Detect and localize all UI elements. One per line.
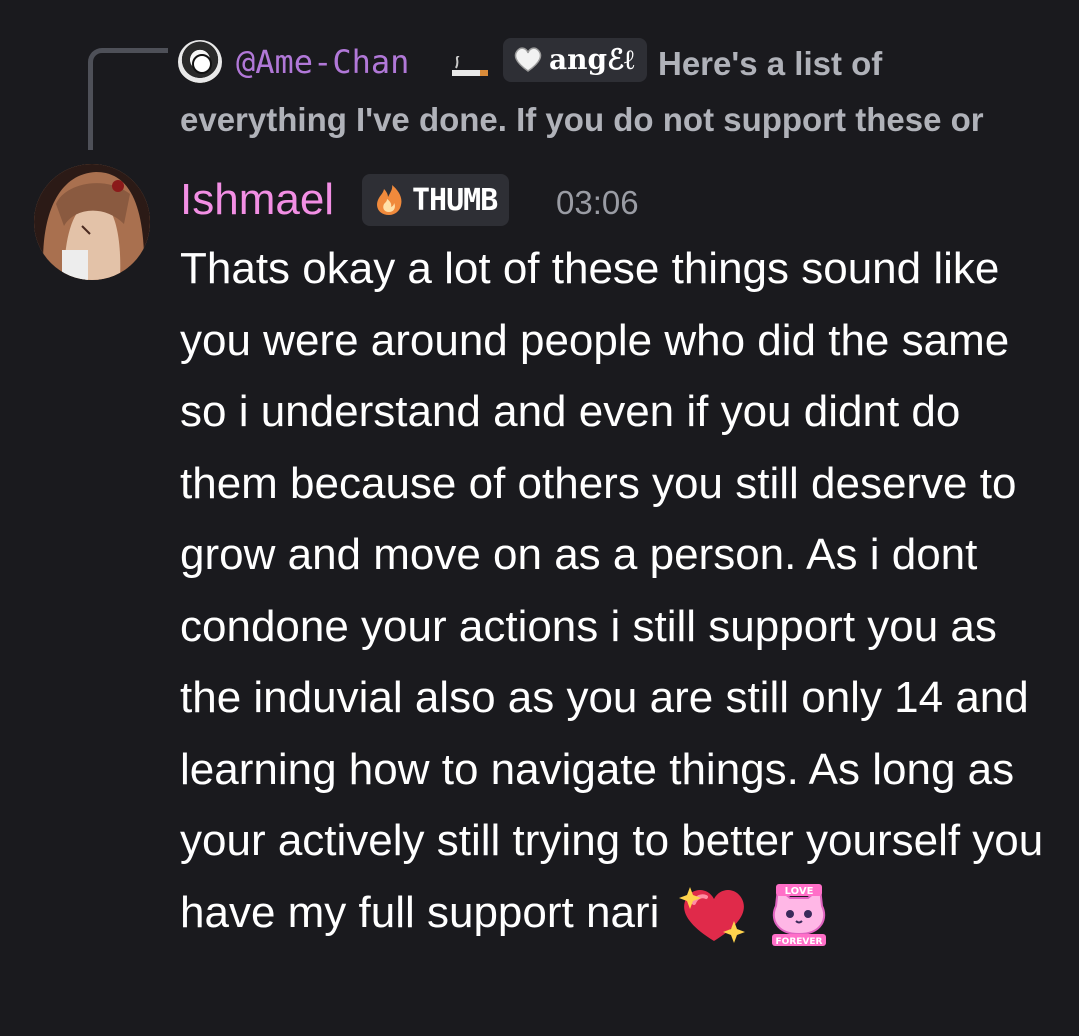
reply-preview-text[interactable]: Here's a list of everything I've done. I… (180, 36, 1040, 148)
reply-connector-line (88, 48, 168, 150)
message-content: Thats okay a lot of these things sound l… (180, 233, 1060, 948)
sticker-love-text: LOVE (784, 886, 813, 897)
role-tag[interactable]: THUMB (362, 174, 510, 226)
love-forever-cat-icon[interactable]: LOVE FOREVER (768, 883, 830, 946)
sticker-forever-text: FOREVER (775, 937, 822, 946)
message-timestamp[interactable]: 03:06 (556, 180, 639, 226)
fire-icon (377, 185, 402, 215)
role-tag-label: THUMB (412, 182, 498, 218)
author-username[interactable]: Ishmael (180, 170, 334, 230)
sparkling-heart-icon[interactable] (676, 883, 752, 947)
author-avatar[interactable] (34, 164, 150, 280)
message-text: Thats okay a lot of these things sound l… (180, 244, 1044, 937)
